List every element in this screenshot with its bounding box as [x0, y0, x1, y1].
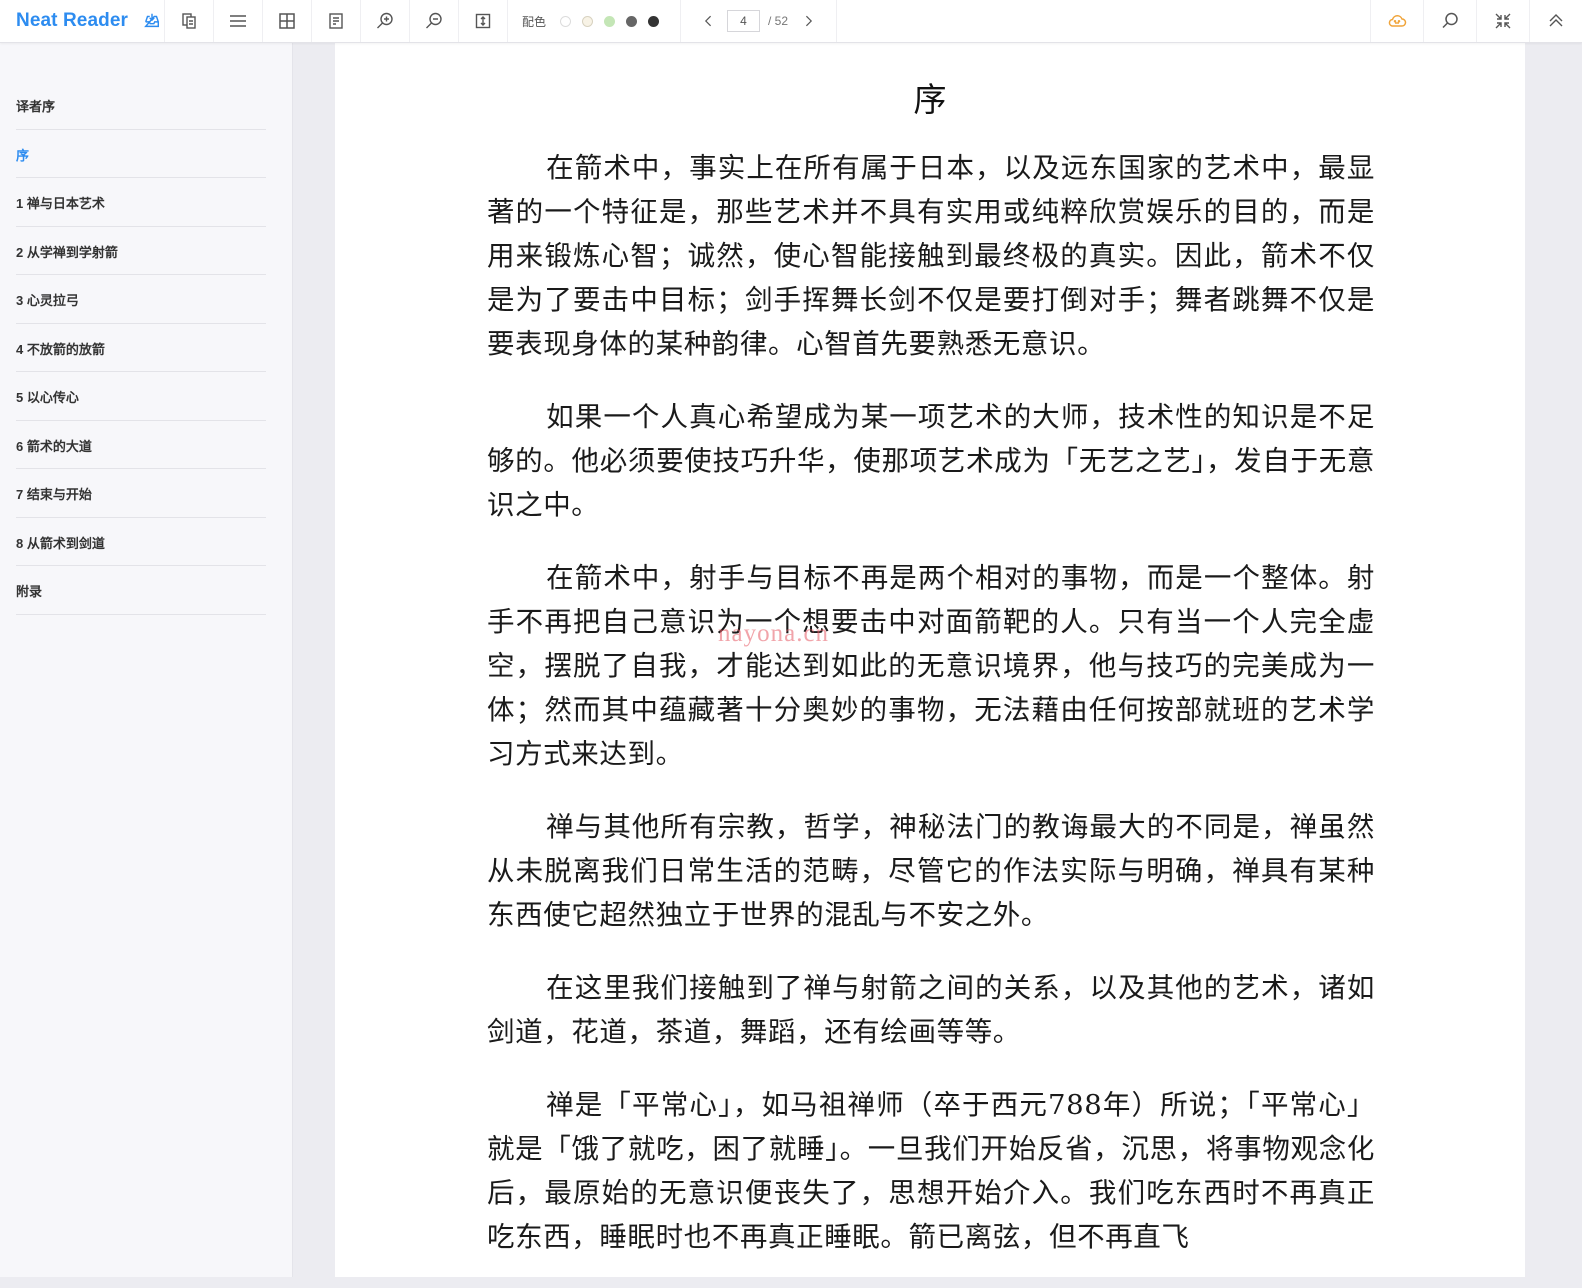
exit-fullscreen-button[interactable] — [1476, 0, 1529, 42]
chevron-right-icon — [806, 15, 813, 27]
toc-item-active[interactable]: 序 — [16, 130, 266, 178]
notes-button[interactable] — [312, 0, 361, 42]
cloud-icon — [1388, 15, 1407, 27]
paragraph: 禅与其他所有宗教，哲学，神秘法门的教诲最大的不同是，禅虽然从未脱离我们日常生活的… — [487, 811, 1375, 931]
swatch-gray[interactable] — [625, 15, 637, 27]
copy-icon — [182, 13, 196, 29]
paragraph: 在这里我们接触到了禅与射箭之间的关系，以及其他的艺术，诸如剑道，花道，茶道，舞蹈… — [487, 972, 1375, 1048]
toc-button[interactable] — [214, 0, 263, 42]
collapse-toolbar-button[interactable] — [1529, 0, 1582, 42]
next-page-button[interactable] — [798, 11, 818, 31]
paragraph: 如果一个人真心希望成为某一项艺术的大师，技术性的知识是不足够的。他必须要使技巧升… — [487, 401, 1375, 521]
toc-list: 译者序 序 1 禅与日本艺术 2 从学禅到学射箭 3 心灵拉弓 4 不放箭的放箭… — [0, 43, 292, 615]
search-icon — [1442, 12, 1458, 29]
page-total: / 52 — [768, 14, 789, 28]
double-chevron-up-icon — [1549, 14, 1563, 27]
swatch-cream[interactable] — [581, 15, 593, 27]
toc-item[interactable]: 7 结束与开始 — [16, 469, 266, 518]
tray-download-icon[interactable] — [143, 12, 161, 30]
brand: Neat Reader — [0, 0, 165, 42]
page-number-input[interactable] — [727, 10, 761, 32]
document-icon — [329, 13, 343, 29]
swatch-white[interactable] — [559, 15, 571, 27]
reading-page: 序 在箭术中，事实上在所有属于日本，以及远东国家的艺术中，最显著的一个特征是，那… — [335, 43, 1525, 1277]
toc-item[interactable]: 5 以心传心 — [16, 372, 266, 421]
chapter-title: 序 — [913, 80, 947, 119]
zoom-in-icon — [377, 12, 393, 29]
toc-item[interactable]: 3 心灵拉弓 — [16, 275, 266, 324]
search-button[interactable] — [1423, 0, 1476, 42]
compress-icon — [1495, 13, 1511, 29]
paragraph: 在箭术中，射手与目标不再是两个相对的事物，而是一个整体。射手不再把自己意识为一个… — [487, 562, 1375, 770]
toolbar: Neat Reader 配色 4 / 52 — [0, 0, 1582, 43]
cloud-sync-button[interactable] — [1370, 0, 1423, 42]
toc-item[interactable]: 6 箭术的大道 — [16, 421, 266, 469]
toc-item[interactable]: 4 不放箭的放箭 — [16, 324, 266, 372]
color-scheme-label: 配色 — [522, 14, 547, 29]
pager: / 52 — [681, 0, 838, 42]
toc-item[interactable]: 1 禅与日本艺术 — [16, 178, 266, 227]
zoom-out-button[interactable] — [410, 0, 459, 42]
zoom-out-icon — [426, 12, 442, 29]
prev-page-button[interactable] — [699, 11, 719, 31]
fit-vertical-icon — [475, 13, 491, 29]
chapter-content: 在箭术中，事实上在所有属于日本，以及远东国家的艺术中，最显著的一个特征是，那些艺… — [487, 146, 1375, 1288]
toc-item[interactable]: 2 从学禅到学射箭 — [16, 227, 266, 275]
list-icon — [230, 15, 246, 27]
toc-item[interactable]: 译者序 — [16, 81, 266, 130]
copy-button[interactable] — [165, 0, 214, 42]
swatch-green[interactable] — [603, 15, 615, 27]
zoom-in-button[interactable] — [361, 0, 410, 42]
toc-item[interactable]: 附录 — [16, 566, 266, 615]
app-name: Neat Reader — [16, 10, 128, 31]
toc-sidebar: 译者序 序 1 禅与日本艺术 2 从学禅到学射箭 3 心灵拉弓 4 不放箭的放箭… — [0, 43, 293, 1277]
swatch-dark[interactable] — [647, 15, 659, 27]
chevron-left-icon — [704, 15, 712, 27]
grid-icon — [279, 13, 295, 29]
toc-item[interactable]: 8 从箭术到剑道 — [16, 518, 266, 566]
paragraph: 在箭术中，事实上在所有属于日本，以及远东国家的艺术中，最显著的一个特征是，那些艺… — [487, 152, 1375, 360]
color-scheme: 配色 — [508, 0, 682, 42]
paragraph: 禅是「平常心」，如马祖禅师（卒于西元788年）所说；「平常心」就是「饿了就吃，困… — [487, 1089, 1375, 1253]
fit-height-button[interactable] — [459, 0, 508, 42]
layout-button[interactable] — [263, 0, 312, 42]
